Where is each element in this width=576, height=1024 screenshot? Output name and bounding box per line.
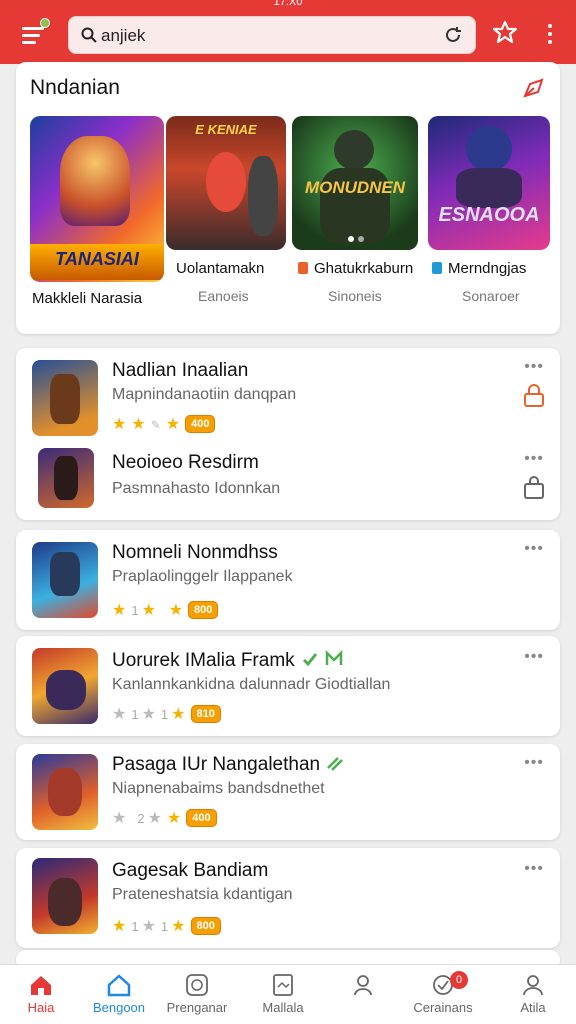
nav-item-atila[interactable]: Atila [492, 973, 574, 1015]
app-name: Nomneli Nonmdhss [112, 542, 278, 563]
app-description: Niapnenabaims bandsdnethet [112, 780, 325, 797]
app-name: Neoioeo Resdirm [112, 452, 259, 473]
app-name: Pasaga IUr Nangalethan [112, 754, 344, 776]
more-options-icon[interactable] [540, 20, 560, 48]
featured-image: E KENIAE [166, 116, 286, 250]
notification-badge: 0 [450, 971, 468, 989]
featured-name: Uolantamakn [176, 260, 265, 277]
menu-icon[interactable] [18, 18, 52, 48]
more-icon[interactable]: ••• [524, 358, 544, 376]
featured-name: Merndngjas [432, 260, 526, 277]
app-list-card: Nadlian Inaalian Mapnindanaotiin danqpan… [16, 348, 560, 520]
featured-sub: Eanoeis [198, 288, 249, 304]
rating-badge: 810 [190, 705, 221, 723]
bottom-navigation: Haia Bengoon Prenganar Mallala 0 Ceraina… [0, 964, 576, 1024]
nav-item-user[interactable] [322, 973, 404, 1000]
nav-item-mallala[interactable]: Mallala [242, 973, 324, 1015]
home-icon [31, 976, 51, 995]
verified-icon [327, 757, 343, 771]
more-icon[interactable]: ••• [524, 648, 544, 666]
nav-item-cerainans[interactable]: 0 Cerainans [402, 971, 484, 1015]
rating: ★ 1 ★ 1 ★ 810 [112, 704, 221, 724]
rating: ★ 1 ★ 1 ★ 800 [112, 916, 221, 936]
rating-badge: 400 [185, 415, 216, 433]
featured-name: Makkleli Narasia [32, 290, 143, 307]
list-item[interactable]: Gagesak Bandiam Prateneshatsia kdantigan… [16, 848, 560, 948]
list-item[interactable]: Nomneli Nonmdhss Praplaolinggelr Ilappan… [16, 530, 560, 630]
house-outline-icon [107, 974, 131, 997]
bag-icon[interactable] [522, 476, 546, 500]
app-name: Uorurek IMalia Framk [112, 650, 343, 672]
document-icon [273, 974, 293, 996]
top-app-bar: 17:X0 [0, 0, 576, 64]
nav-item-bengoon[interactable]: Bengoon [78, 973, 160, 1015]
featured-item[interactable]: MONUDNEN Ghatukrkaburn Sinoneis [292, 116, 418, 304]
rating-badge: 800 [188, 601, 219, 619]
app-description: Kanlannkankidna dalunnadr Giodtiallan [112, 676, 391, 693]
nav-item-prenganar[interactable]: Prenganar [156, 973, 238, 1015]
featured-item[interactable]: TANASIAI Makkleli Narasia [30, 116, 164, 307]
refresh-icon[interactable] [443, 25, 463, 45]
app-thumbnail [32, 360, 98, 436]
featured-item[interactable]: ESNAOOA Merndngjas Sonaroer [428, 116, 550, 304]
section-title: Nndanian [30, 76, 120, 99]
more-icon[interactable]: ••• [524, 754, 544, 772]
search-input[interactable] [101, 26, 421, 46]
share-icon[interactable] [522, 76, 546, 100]
rating: ★ 1 ★ ★ 800 [112, 600, 219, 620]
app-name: Gagesak Bandiam [112, 860, 269, 881]
nav-item-home[interactable]: Haia [0, 973, 82, 1015]
app-thumbnail [32, 648, 98, 724]
verified-icon [302, 653, 317, 667]
featured-sub: Sonaroer [462, 288, 520, 304]
rating: ★ 2 ★ ★ 400 [112, 808, 217, 828]
user-icon [354, 975, 372, 996]
search-icon [81, 27, 97, 43]
app-thumbnail [38, 448, 94, 508]
more-icon[interactable]: ••• [524, 450, 544, 468]
check-badge-icon [325, 650, 342, 665]
notification-icon[interactable] [492, 20, 518, 46]
rating: ★ ★ ✎ ★ 400 [112, 414, 216, 434]
search-bar[interactable] [68, 16, 476, 54]
featured-section: Nndanian TANASIAI Makkleli Narasia E KEN… [16, 62, 560, 334]
app-thumbnail [32, 542, 98, 618]
more-icon[interactable]: ••• [524, 860, 544, 878]
lock-icon[interactable] [522, 384, 546, 408]
rating-badge: 400 [186, 809, 217, 827]
person-icon [523, 975, 543, 996]
featured-image: ESNAOOA [428, 116, 550, 250]
featured-sub: Sinoneis [328, 288, 382, 304]
app-name: Nadlian Inaalian [112, 360, 249, 381]
featured-image: MONUDNEN [292, 116, 418, 250]
featured-name: Ghatukrkaburn [298, 260, 413, 277]
app-description: Pasmnahasto Idonnkan [112, 480, 281, 497]
rating-badge: 800 [190, 917, 221, 935]
app-description: Prateneshatsia kdantigan [112, 886, 293, 903]
app-description: Praplaolinggelr Ilappanek [112, 568, 293, 585]
list-item[interactable]: Uorurek IMalia Framk Kanlannkankidna dal… [16, 636, 560, 736]
app-thumbnail [32, 754, 98, 830]
more-icon[interactable]: ••• [524, 540, 544, 558]
app-description: Mapnindanaotiin danqpan [112, 386, 297, 403]
featured-image: TANASIAI [30, 116, 164, 282]
list-item[interactable]: Pasaga IUr Nangalethan Niapnenabaims ban… [16, 744, 560, 840]
featured-item[interactable]: E KENIAE Uolantamakn Eanoeis [166, 116, 286, 304]
notification-dot [40, 18, 50, 28]
app-thumbnail [32, 858, 98, 934]
status-bar-text: 17:X0 [273, 0, 303, 8]
gamepad-icon [186, 974, 208, 996]
